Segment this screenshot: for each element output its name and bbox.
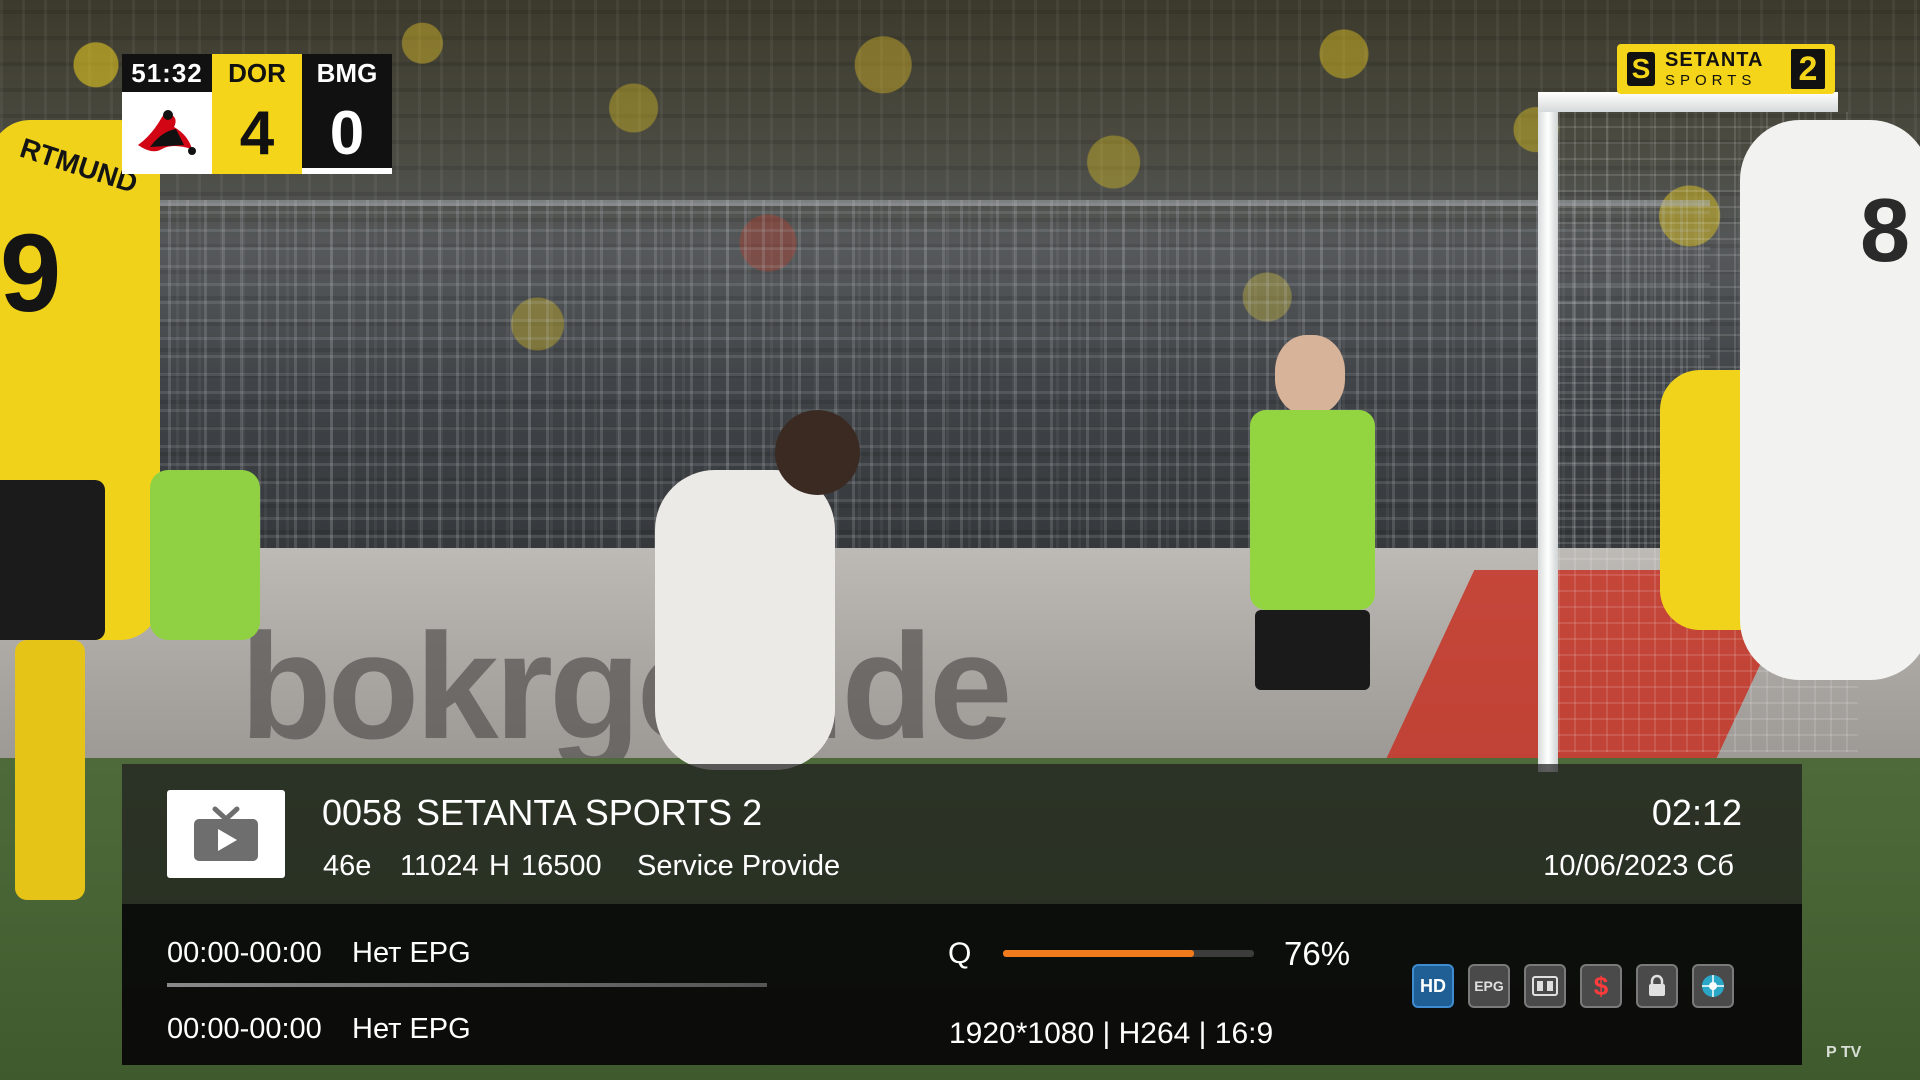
signal-quality-label: Q — [948, 937, 972, 970]
match-clock: 51:32 — [122, 54, 212, 92]
scrambled-icon: $ — [1580, 964, 1622, 1008]
league-logo-icon — [122, 92, 212, 174]
transponder-frequency: 11024 — [400, 850, 479, 882]
player-shorts — [0, 480, 105, 640]
service-provider: Service Provide — [637, 850, 841, 882]
video-format-info: 1920*1080 | H264 | 16:9 — [949, 1017, 1274, 1050]
epg-now-title: Нет EPG — [352, 937, 471, 969]
player-white-center — [655, 470, 835, 770]
goalpost — [1538, 92, 1558, 772]
current-time: 02:12 — [1651, 792, 1742, 833]
epg-next-title: Нет EPG — [352, 1013, 471, 1045]
player-shirt-number: 9 — [0, 212, 62, 335]
current-date: 10/06/2023 Сб — [1543, 850, 1734, 882]
transponder-polarization: H — [489, 850, 510, 882]
channel-name: SETANTA SPORTS 2 — [416, 792, 763, 833]
crossbar — [1538, 92, 1838, 112]
satellite-name: 46e — [323, 850, 372, 882]
home-team-accent — [212, 168, 302, 174]
broadcaster-logo-number: 2 — [1791, 49, 1825, 89]
substitute-bib-right — [1250, 410, 1375, 610]
transponder-symbol-rate: 16500 — [521, 850, 602, 882]
signal-quality-fill — [1003, 950, 1194, 957]
network-icon — [1692, 964, 1734, 1008]
player-shirt-number: 8 — [1860, 181, 1911, 281]
scoreboard: 51:32 DOR 4 BMG 0 — [122, 54, 394, 174]
subtitles-icon — [1524, 964, 1566, 1008]
hd-icon: HD — [1412, 964, 1454, 1008]
tv-channel-icon — [167, 790, 285, 878]
epg-now-time: 00:00-00:00 — [167, 937, 322, 969]
player-head — [1275, 335, 1345, 415]
epg-progress-divider — [167, 983, 767, 987]
broadcaster-logo-word1: SETANTA — [1665, 49, 1764, 71]
status-icons: HD EPG $ — [1412, 964, 1734, 1008]
away-team-name: BMG — [302, 54, 392, 92]
player-leg — [15, 640, 85, 900]
setanta-s-icon: S — [1627, 52, 1655, 86]
channel-info-bar: 0058 SETANTA SPORTS 2 46e 11024 H 16500 … — [122, 764, 1802, 1065]
player-shorts — [1255, 610, 1370, 690]
info-bar-header — [122, 764, 1802, 904]
broadcaster-logo-word2: SPORTS — [1665, 72, 1757, 89]
channel-number: 0058 — [322, 792, 403, 833]
epg-icon: EPG — [1468, 964, 1510, 1008]
home-team-score: 4 — [212, 92, 302, 174]
away-team-score: 0 — [302, 92, 392, 174]
substitute-bib-left — [150, 470, 260, 640]
signal-quality-value: 76% — [1284, 935, 1351, 972]
player-head — [775, 410, 860, 495]
home-team-name: DOR — [212, 54, 302, 92]
lock-icon — [1636, 964, 1678, 1008]
stadium-fence — [150, 200, 1710, 556]
tv-screen: bokrgen.de RTMUND 9 8 51:32 DOR 4 BMG 0 … — [0, 0, 1920, 1080]
away-team-accent — [302, 168, 392, 174]
advertising-board-text: bokrgen.de — [240, 602, 1012, 770]
epg-next-time: 00:00-00:00 — [167, 1013, 322, 1045]
broadcaster-logo: S SETANTA SPORTS 2 — [1617, 44, 1835, 94]
signal-quality-bar — [1003, 950, 1254, 957]
provider-watermark: P TV — [1826, 1044, 1862, 1061]
